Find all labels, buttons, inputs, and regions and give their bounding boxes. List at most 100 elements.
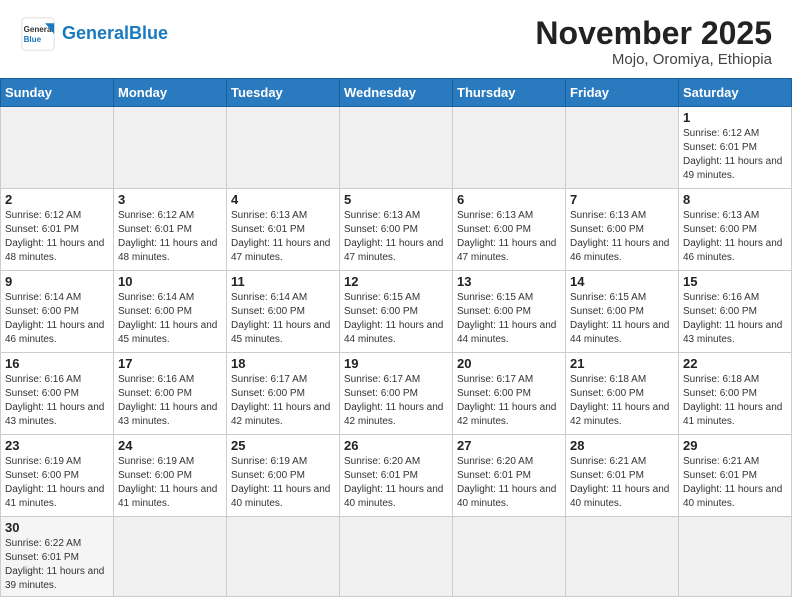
- day-cell: 15 Sunrise: 6:16 AM Sunset: 6:00 PM Dayli…: [679, 271, 792, 353]
- week-row-4: 16Sunrise: 6:16 AM Sunset: 6:00 PM Dayli…: [1, 353, 792, 435]
- day-number: 9: [5, 274, 109, 289]
- day-info: Sunrise: 6:16 AM Sunset: 6:00 PM Dayligh…: [683, 291, 787, 347]
- day-info: Sunrise: 6:21 AM Sunset: 6:01 PM Dayligh…: [683, 455, 787, 511]
- day-info: Sunrise: 6:12 AM Sunset: 6:01 PM Dayligh…: [683, 127, 787, 183]
- day-cell: 9Sunrise: 6:14 AM Sunset: 6:00 PM Daylig…: [1, 271, 114, 353]
- logo-blue: Blue: [129, 23, 168, 43]
- day-cell: [227, 517, 340, 597]
- day-of-week-tuesday: Tuesday: [227, 79, 340, 107]
- day-number: 4: [231, 192, 335, 207]
- day-cell: 29 Sunrise: 6:21 AM Sunset: 6:01 PM Dayli…: [679, 435, 792, 517]
- title-block: November 2025 Mojo, Oromiya, Ethiopia: [535, 16, 772, 68]
- day-cell: 30 Sunrise: 6:22 AM Sunset: 6:01 PM Dayli…: [1, 517, 114, 597]
- week-row-3: 9 Sunrise: 6:14 AM Sunset: 6:00 PM Daylig…: [1, 271, 792, 353]
- day-info: Sunrise: 6:16 AM Sunset: 6:00 PM Dayligh…: [118, 373, 222, 429]
- day-number: 2: [5, 192, 109, 207]
- day-cell: [227, 107, 340, 189]
- day-number: 30: [5, 520, 109, 535]
- day-info: Sunrise: 6:18 AM Sunset: 6:00 PM Dayligh…: [570, 373, 674, 429]
- day-number: 23: [5, 438, 109, 453]
- day-cell: 11Sunrise: 6:14 AM Sunset: 6:00 PM Dayli…: [227, 271, 340, 353]
- day-number: 27: [457, 438, 561, 453]
- day-number: 22: [683, 356, 787, 371]
- day-number: 6: [457, 192, 561, 207]
- location: Mojo, Oromiya, Ethiopia: [535, 51, 772, 68]
- day-cell: 17 Sunrise: 6:16 AM Sunset: 6:00 PM Dayli…: [114, 353, 227, 435]
- day-number: 12: [344, 274, 448, 289]
- day-number: 3: [118, 192, 222, 207]
- day-info: Sunrise: 6:12 AM Sunset: 6:01 PM Dayligh…: [118, 209, 222, 265]
- day-of-week-wednesday: Wednesday: [340, 79, 453, 107]
- day-info: Sunrise: 6:14 AM Sunset: 6:00 PM Dayligh…: [118, 291, 222, 347]
- day-number: 1: [683, 110, 787, 125]
- logo: General Blue GeneralBlue: [20, 16, 168, 52]
- day-info: Sunrise: 6:15 AM Sunset: 6:00 PM Dayligh…: [344, 291, 448, 347]
- day-info: Sunrise: 6:13 AM Sunset: 6:00 PM Dayligh…: [683, 209, 787, 265]
- week-row-2: 2 Sunrise: 6:12 AM Sunset: 6:01 PM Daylig…: [1, 189, 792, 271]
- day-cell: 4Sunrise: 6:13 AM Sunset: 6:01 PM Daylig…: [227, 189, 340, 271]
- day-number: 26: [344, 438, 448, 453]
- month-title: November 2025: [535, 16, 772, 51]
- day-number: 11: [231, 274, 335, 289]
- day-number: 18: [231, 356, 335, 371]
- day-number: 21: [570, 356, 674, 371]
- day-number: 8: [683, 192, 787, 207]
- day-info: Sunrise: 6:18 AM Sunset: 6:00 PM Dayligh…: [683, 373, 787, 429]
- day-number: 7: [570, 192, 674, 207]
- day-info: Sunrise: 6:19 AM Sunset: 6:00 PM Dayligh…: [5, 455, 109, 511]
- logo-text: GeneralBlue: [62, 24, 168, 44]
- day-cell: 21 Sunrise: 6:18 AM Sunset: 6:00 PM Dayli…: [566, 353, 679, 435]
- day-cell: [114, 517, 227, 597]
- day-info: Sunrise: 6:17 AM Sunset: 6:00 PM Dayligh…: [344, 373, 448, 429]
- day-header-row: SundayMondayTuesdayWednesdayThursdayFrid…: [1, 79, 792, 107]
- day-of-week-saturday: Saturday: [679, 79, 792, 107]
- day-info: Sunrise: 6:20 AM Sunset: 6:01 PM Dayligh…: [344, 455, 448, 511]
- day-cell: 25 Sunrise: 6:19 AM Sunset: 6:00 PM Dayli…: [227, 435, 340, 517]
- logo-general: General: [62, 23, 129, 43]
- day-info: Sunrise: 6:15 AM Sunset: 6:00 PM Dayligh…: [457, 291, 561, 347]
- day-cell: [114, 107, 227, 189]
- day-number: 24: [118, 438, 222, 453]
- day-cell: 1 Sunrise: 6:12 AM Sunset: 6:01 PM Daylig…: [679, 107, 792, 189]
- day-number: 19: [344, 356, 448, 371]
- day-cell: 24 Sunrise: 6:19 AM Sunset: 6:00 PM Dayli…: [114, 435, 227, 517]
- day-info: Sunrise: 6:17 AM Sunset: 6:00 PM Dayligh…: [231, 373, 335, 429]
- day-cell: [566, 517, 679, 597]
- day-cell: [340, 107, 453, 189]
- day-cell: [453, 517, 566, 597]
- day-number: 14: [570, 274, 674, 289]
- day-info: Sunrise: 6:17 AM Sunset: 6:00 PM Dayligh…: [457, 373, 561, 429]
- day-number: 25: [231, 438, 335, 453]
- day-cell: 18 Sunrise: 6:17 AM Sunset: 6:00 PM Dayli…: [227, 353, 340, 435]
- day-cell: 19 Sunrise: 6:17 AM Sunset: 6:00 PM Dayli…: [340, 353, 453, 435]
- day-info: Sunrise: 6:19 AM Sunset: 6:00 PM Dayligh…: [231, 455, 335, 511]
- week-row-5: 23 Sunrise: 6:19 AM Sunset: 6:00 PM Dayli…: [1, 435, 792, 517]
- day-number: 15: [683, 274, 787, 289]
- week-row-6: 30 Sunrise: 6:22 AM Sunset: 6:01 PM Dayli…: [1, 517, 792, 597]
- day-number: 29: [683, 438, 787, 453]
- day-info: Sunrise: 6:22 AM Sunset: 6:01 PM Dayligh…: [5, 537, 109, 593]
- day-number: 5: [344, 192, 448, 207]
- day-of-week-thursday: Thursday: [453, 79, 566, 107]
- day-info: Sunrise: 6:19 AM Sunset: 6:00 PM Dayligh…: [118, 455, 222, 511]
- week-row-1: 1 Sunrise: 6:12 AM Sunset: 6:01 PM Daylig…: [1, 107, 792, 189]
- day-cell: [453, 107, 566, 189]
- day-number: 17: [118, 356, 222, 371]
- day-cell: 22 Sunrise: 6:18 AM Sunset: 6:00 PM Dayli…: [679, 353, 792, 435]
- day-cell: 14 Sunrise: 6:15 AM Sunset: 6:00 PM Dayli…: [566, 271, 679, 353]
- day-info: Sunrise: 6:16 AM Sunset: 6:00 PM Dayligh…: [5, 373, 109, 429]
- day-cell: 12 Sunrise: 6:15 AM Sunset: 6:00 PM Dayli…: [340, 271, 453, 353]
- day-cell: 6Sunrise: 6:13 AM Sunset: 6:00 PM Daylig…: [453, 189, 566, 271]
- day-of-week-friday: Friday: [566, 79, 679, 107]
- day-cell: [340, 517, 453, 597]
- day-cell: 16Sunrise: 6:16 AM Sunset: 6:00 PM Dayli…: [1, 353, 114, 435]
- day-cell: 28Sunrise: 6:21 AM Sunset: 6:01 PM Dayli…: [566, 435, 679, 517]
- day-cell: 26 Sunrise: 6:20 AM Sunset: 6:01 PM Dayli…: [340, 435, 453, 517]
- day-info: Sunrise: 6:15 AM Sunset: 6:00 PM Dayligh…: [570, 291, 674, 347]
- day-number: 20: [457, 356, 561, 371]
- day-cell: 7Sunrise: 6:13 AM Sunset: 6:00 PM Daylig…: [566, 189, 679, 271]
- day-of-week-monday: Monday: [114, 79, 227, 107]
- day-cell: 23 Sunrise: 6:19 AM Sunset: 6:00 PM Dayli…: [1, 435, 114, 517]
- calendar: SundayMondayTuesdayWednesdayThursdayFrid…: [0, 78, 792, 597]
- day-cell: 2Sunrise: 6:12 AM Sunset: 6:01 PM Daylig…: [1, 189, 114, 271]
